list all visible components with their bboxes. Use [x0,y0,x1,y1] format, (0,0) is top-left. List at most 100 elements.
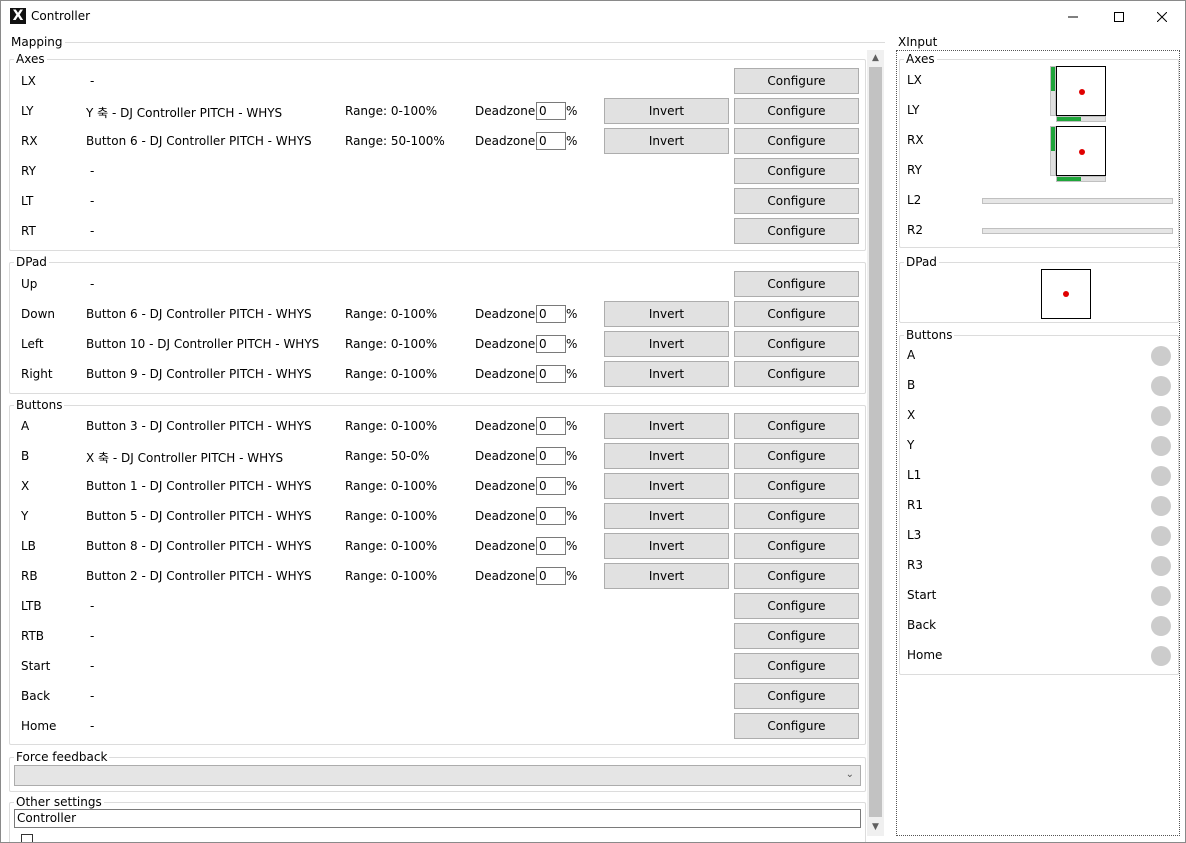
buttons-row-source-ltb: - [90,599,95,613]
buttons-row-range-b: Range: 50-0% [345,449,430,463]
buttons-row-source-a: Button 3 - DJ Controller PITCH - WHYS [86,419,312,433]
buttons-row-percent-x: % [566,479,578,493]
close-button[interactable] [1139,1,1185,32]
right-stick-horizontal-fill [1057,177,1081,181]
dpad-row-invert-button-down[interactable]: Invert [604,301,729,327]
buttons-row-invert-button-b[interactable]: Invert [604,443,729,469]
buttons-row-configure-button-x[interactable]: Configure [734,473,859,499]
buttons-row-configure-button-rb[interactable]: Configure [734,563,859,589]
buttons-row-invert-button-x[interactable]: Invert [604,473,729,499]
buttons-row-deadzone-input-rb[interactable]: 0 [536,567,566,585]
buttons-row-source-rb: Button 2 - DJ Controller PITCH - WHYS [86,569,312,583]
dpad-row-source-right: Button 9 - DJ Controller PITCH - WHYS [86,367,312,381]
buttons-row-configure-button-lb[interactable]: Configure [734,533,859,559]
buttons-row-label-start: Start [21,659,51,673]
axes-row-invert-button-ly[interactable]: Invert [604,98,729,124]
buttons-row-deadzone-input-x[interactable]: 0 [536,477,566,495]
dpad-row-invert-button-left[interactable]: Invert [604,331,729,357]
dpad-row-configure-button-up[interactable]: Configure [734,271,859,297]
axes-row-label-lt: LT [21,194,34,208]
buttons-row-invert-button-y[interactable]: Invert [604,503,729,529]
buttons-row-label-rtb: RTB [21,629,45,643]
axes-row-source-ly: Y 축 - DJ Controller PITCH - WHYS [86,106,283,120]
buttons-row-range-lb: Range: 0-100% [345,539,438,553]
buttons-row-label-ltb: LTB [21,599,42,613]
minimize-button[interactable] [1050,1,1096,32]
buttons-row-configure-button-a[interactable]: Configure [734,413,859,439]
axes-row-configure-button-rt[interactable]: Configure [734,218,859,244]
axes-row-range-ly: Range: 0-100% [345,104,438,118]
xinput-button-label-back: Back [907,618,937,632]
buttons-row-range-a: Range: 0-100% [345,419,438,433]
dpad-row-range-down: Range: 0-100% [345,307,438,321]
axes-row-source-ry: - [90,164,95,178]
controller-window: X Controller Mapping Axes DPad Buttons F… [0,0,1186,843]
mapping-axes-title: Axes [16,52,45,66]
maximize-button[interactable] [1096,1,1142,32]
settings-checkbox[interactable] [21,834,33,842]
axes-row-deadzone-input-rx[interactable]: 0 [536,132,566,150]
dpad-row-deadzone-input-left[interactable]: 0 [536,335,566,353]
axes-row-configure-button-lx[interactable]: Configure [734,68,859,94]
buttons-row-deadzone-label-rb: Deadzone: [475,569,540,583]
buttons-row-invert-button-lb[interactable]: Invert [604,533,729,559]
xinput-button-label-home: Home [907,648,943,662]
right-stick-box [1056,126,1106,176]
axes-row-invert-button-rx[interactable]: Invert [604,128,729,154]
xinput-button-label-y: Y [907,438,915,452]
xinput-button-state-r1 [1151,496,1171,516]
buttons-row-configure-button-back[interactable]: Configure [734,683,859,709]
buttons-row-configure-button-b[interactable]: Configure [734,443,859,469]
buttons-row-source-b: X 축 - DJ Controller PITCH - WHYS [86,451,284,465]
window-title: Controller [31,9,91,23]
buttons-row-invert-button-rb[interactable]: Invert [604,563,729,589]
l2-trigger-bar [982,198,1173,204]
mapping-divider [65,42,885,43]
dpad-row-deadzone-input-right[interactable]: 0 [536,365,566,383]
dpad-indicator-box [1041,269,1091,319]
axes-row-configure-button-ly[interactable]: Configure [734,98,859,124]
buttons-row-configure-button-ltb[interactable]: Configure [734,593,859,619]
scroll-up-icon[interactable]: ▲ [867,50,884,67]
dpad-row-configure-button-left[interactable]: Configure [734,331,859,357]
buttons-row-deadzone-input-a[interactable]: 0 [536,417,566,435]
xinput-button-state-l1 [1151,466,1171,486]
buttons-row-invert-button-a[interactable]: Invert [604,413,729,439]
title-bar[interactable]: X Controller [1,1,1185,32]
xinput-button-label-l3: L3 [907,528,922,542]
mapping-scrollbar[interactable]: ▲ ▼ [867,50,884,836]
dpad-row-source-left: Button 10 - DJ Controller PITCH - WHYS [86,337,320,351]
app-logo-icon: X [10,8,26,24]
controller-name-input[interactable]: Controller [14,809,861,828]
dpad-row-deadzone-label-right: Deadzone: [475,367,540,381]
buttons-row-configure-button-rtb[interactable]: Configure [734,623,859,649]
axes-row-configure-button-rx[interactable]: Configure [734,128,859,154]
buttons-row-configure-button-start[interactable]: Configure [734,653,859,679]
dpad-row-configure-button-down[interactable]: Configure [734,301,859,327]
scrollbar-thumb[interactable] [869,67,882,817]
axes-row-label-rt: RT [21,224,36,238]
buttons-row-deadzone-input-lb[interactable]: 0 [536,537,566,555]
buttons-row-deadzone-input-b[interactable]: 0 [536,447,566,465]
buttons-row-configure-button-home[interactable]: Configure [734,713,859,739]
dpad-row-invert-button-right[interactable]: Invert [604,361,729,387]
buttons-row-deadzone-input-y[interactable]: 0 [536,507,566,525]
dpad-row-configure-button-right[interactable]: Configure [734,361,859,387]
dpad-row-deadzone-input-down[interactable]: 0 [536,305,566,323]
dpad-position-dot [1063,291,1069,297]
axes-row-label-ly: LY [21,104,34,118]
force-feedback-title: Force feedback [16,750,108,764]
buttons-row-label-back: Back [21,689,51,703]
axes-row-source-lx: - [90,74,95,88]
buttons-row-configure-button-y[interactable]: Configure [734,503,859,529]
force-feedback-select[interactable]: ⌄ [14,765,861,786]
axes-row-deadzone-input-ly[interactable]: 0 [536,102,566,120]
buttons-row-label-lb: LB [21,539,36,553]
axes-row-configure-button-lt[interactable]: Configure [734,188,859,214]
buttons-row-label-x: X [21,479,30,493]
xinput-button-state-x [1151,406,1171,426]
xinput-button-label-start: Start [907,588,937,602]
axes-row-configure-button-ry[interactable]: Configure [734,158,859,184]
scroll-down-icon[interactable]: ▼ [867,819,884,836]
xinput-axis-label-ly: LY [907,103,920,117]
